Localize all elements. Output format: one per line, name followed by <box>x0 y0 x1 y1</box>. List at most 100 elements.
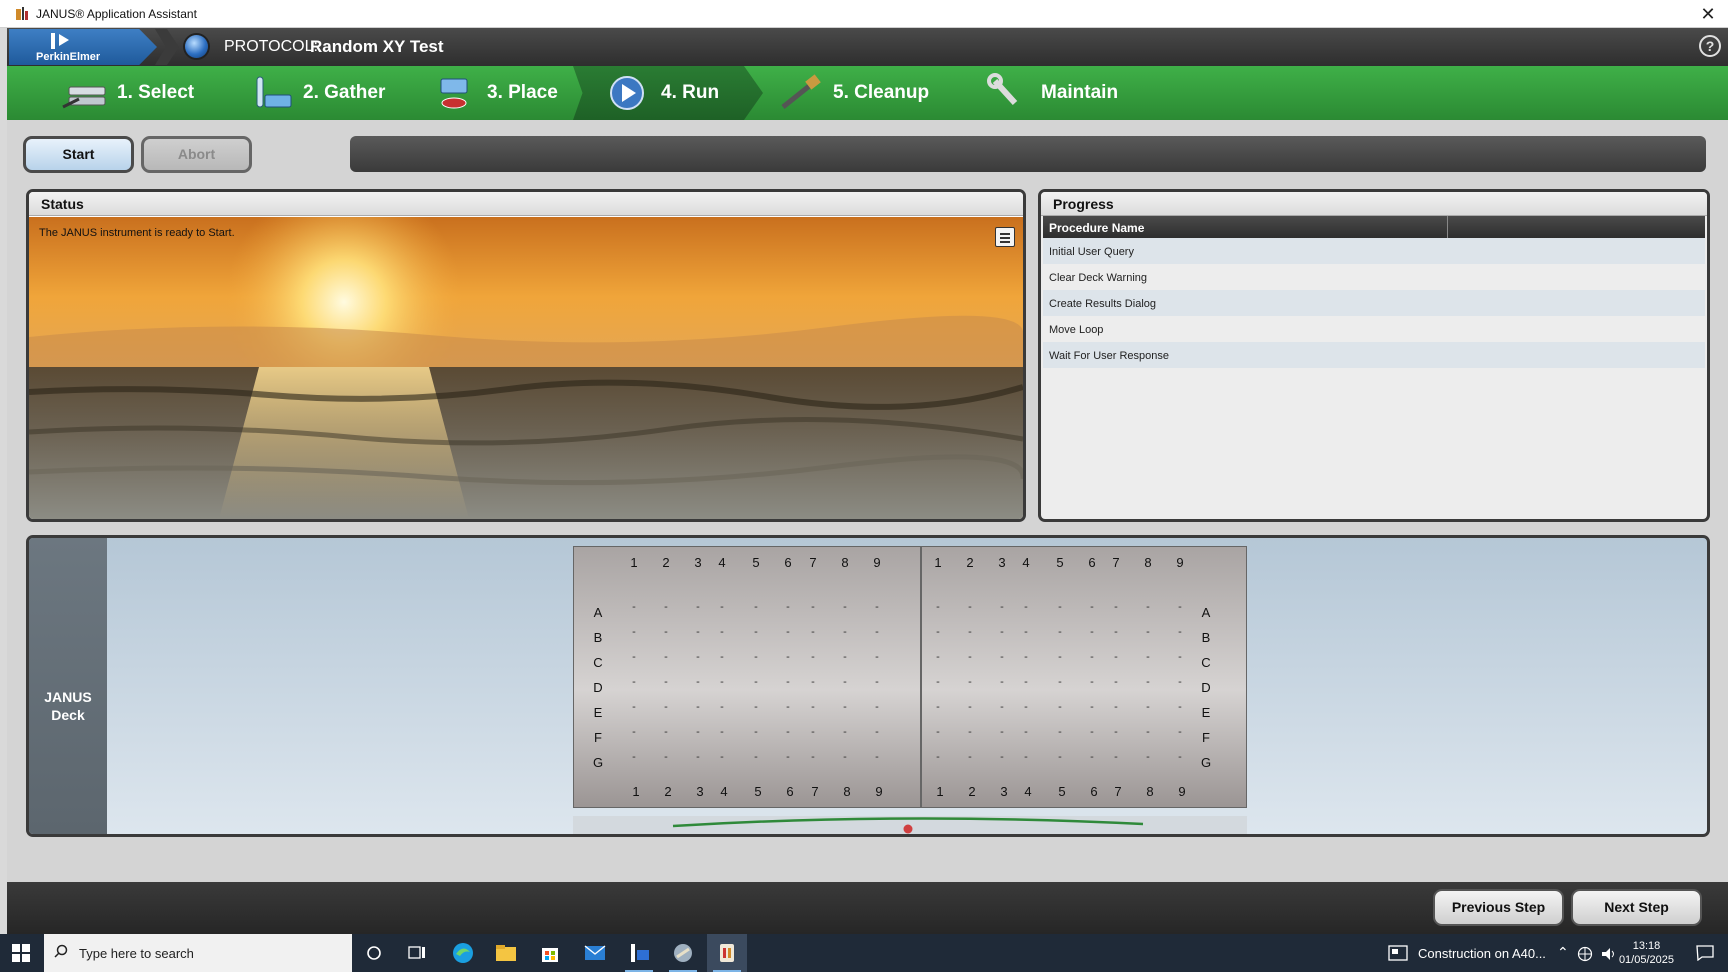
cortana-icon[interactable] <box>354 934 394 972</box>
procedure-row[interactable]: Move Loop <box>1043 316 1705 342</box>
plate-right[interactable]: 1 1 2 2 3 3 4 4 5 5 6 6 7 7 8 8 9 9 A - - - - - - - - - B - - - - - - - - - C -… <box>921 546 1247 808</box>
empty-well: - <box>1024 601 1028 613</box>
column-label: 8 <box>1144 555 1152 570</box>
store-icon[interactable] <box>530 934 570 972</box>
step-maintain[interactable]: Maintain <box>985 66 1118 120</box>
empty-well: - <box>843 701 847 713</box>
header-chevron <box>155 29 179 65</box>
row-label: C <box>1201 655 1211 670</box>
news-icon[interactable] <box>1388 945 1408 961</box>
previous-step-button[interactable]: Previous Step <box>1433 889 1564 926</box>
empty-well: - <box>843 651 847 663</box>
empty-well: - <box>936 601 940 613</box>
empty-well: - <box>1000 651 1004 663</box>
empty-well: - <box>936 726 940 738</box>
network-icon[interactable] <box>1577 946 1593 962</box>
empty-well: - <box>936 676 940 688</box>
column-label: 1 <box>630 555 638 570</box>
empty-well: - <box>720 676 724 688</box>
notifications-icon[interactable] <box>1696 945 1714 961</box>
start-button[interactable]: Start <box>23 136 134 173</box>
column-label: 5 <box>754 784 762 799</box>
empty-well: - <box>843 726 847 738</box>
chevron-up-icon[interactable]: ⌃ <box>1557 944 1569 961</box>
procedure-row[interactable]: Wait For User Response <box>1043 342 1705 368</box>
taskbar-clock[interactable]: 13:18 01/05/2025 <box>1619 939 1674 967</box>
procedure-row[interactable]: Initial User Query <box>1043 238 1705 264</box>
step-label: 1. Select <box>117 82 195 103</box>
file-explorer-icon[interactable] <box>486 934 526 972</box>
procedure-row[interactable]: Clear Deck Warning <box>1043 264 1705 290</box>
row-label: E <box>593 705 603 720</box>
empty-well: - <box>1024 626 1028 638</box>
deck-rail <box>573 816 1247 834</box>
step-gather[interactable]: 2. Gather <box>247 66 385 120</box>
empty-well: - <box>754 626 758 638</box>
empty-well: - <box>1090 751 1094 763</box>
empty-well: - <box>1090 701 1094 713</box>
plate-left[interactable]: 1 1 2 2 3 3 4 4 5 5 6 6 7 7 8 8 9 9 A - - - - - - - - - B - - - - - - - - - C -… <box>573 546 921 808</box>
empty-well: - <box>1114 676 1118 688</box>
brand-label: PerkinElmer <box>36 51 101 63</box>
empty-well: - <box>968 751 972 763</box>
empty-well: - <box>968 651 972 663</box>
column-label: 2 <box>662 555 670 570</box>
empty-well: - <box>1146 601 1150 613</box>
empty-well: - <box>720 701 724 713</box>
edge-icon[interactable] <box>443 934 483 972</box>
empty-well: - <box>632 701 636 713</box>
empty-well: - <box>754 676 758 688</box>
empty-well: - <box>696 626 700 638</box>
mail-icon[interactable] <box>575 934 615 972</box>
log-icon[interactable] <box>995 227 1015 247</box>
task-view-icon[interactable] <box>397 934 437 972</box>
empty-well: - <box>811 626 815 638</box>
help-icon[interactable]: ? <box>1699 35 1721 57</box>
empty-well: - <box>1024 676 1028 688</box>
step-cleanup[interactable]: 5. Cleanup <box>777 66 929 120</box>
next-step-button[interactable]: Next Step <box>1571 889 1702 926</box>
step-run[interactable]: 4. Run <box>605 66 719 120</box>
empty-well: - <box>696 601 700 613</box>
assistant-taskbar-icon[interactable] <box>707 934 747 972</box>
windows-start-icon[interactable] <box>12 944 30 962</box>
empty-well: - <box>754 701 758 713</box>
empty-well: - <box>1090 726 1094 738</box>
column-label: 1 <box>632 784 640 799</box>
empty-well: - <box>1058 651 1062 663</box>
app-taskbar-icon[interactable] <box>663 934 703 972</box>
column-label: 1 <box>934 555 942 570</box>
taskbar-search[interactable]: Type here to search <box>44 934 352 972</box>
janus-taskbar-icon[interactable] <box>619 934 659 972</box>
column-label: 4 <box>720 784 728 799</box>
status-panel: Status The JANUS instrument is ready to … <box>26 189 1026 522</box>
procedure-row[interactable]: Create Results Dialog <box>1043 290 1705 316</box>
empty-well: - <box>786 676 790 688</box>
step-label: 4. Run <box>661 82 720 103</box>
news-text[interactable]: Construction on A40... <box>1418 946 1546 961</box>
step-place[interactable]: 3. Place <box>431 66 558 120</box>
empty-well: - <box>696 676 700 688</box>
app-icon <box>14 6 30 22</box>
empty-well: - <box>696 751 700 763</box>
empty-well: - <box>1058 626 1062 638</box>
empty-well: - <box>720 726 724 738</box>
empty-well: - <box>1146 651 1150 663</box>
close-icon[interactable]: ✕ <box>1696 2 1720 26</box>
column-label: 6 <box>1090 784 1098 799</box>
column-label: 3 <box>696 784 704 799</box>
protocol-prefix: PROTOCOL: <box>224 38 318 55</box>
windows-taskbar: Type here to search Construction on A40.… <box>0 934 1728 972</box>
volume-icon[interactable] <box>1600 946 1618 962</box>
column-label: 4 <box>1024 784 1032 799</box>
empty-well: - <box>720 626 724 638</box>
place-icon <box>431 73 479 113</box>
empty-well: - <box>1178 676 1182 688</box>
empty-well: - <box>754 726 758 738</box>
empty-well: - <box>1146 726 1150 738</box>
row-label: D <box>1201 680 1211 695</box>
row-label: D <box>593 680 603 695</box>
empty-well: - <box>968 601 972 613</box>
empty-well: - <box>632 726 636 738</box>
step-select[interactable]: 1. Select <box>61 66 194 120</box>
